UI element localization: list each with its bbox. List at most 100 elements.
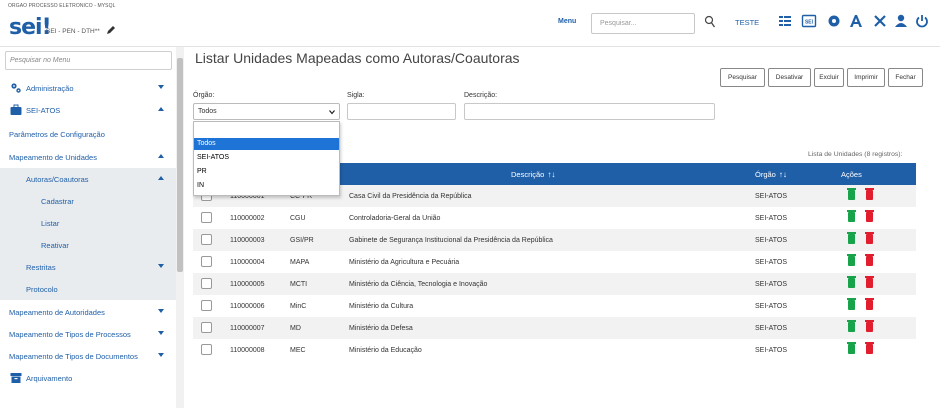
sidebar-item-protocolo[interactable]: Protocolo bbox=[0, 278, 176, 300]
dropdown-option-in[interactable]: IN bbox=[194, 180, 339, 192]
chevron-down-icon bbox=[158, 85, 164, 89]
sidebar-item-label: Mapeamento de Unidades bbox=[9, 153, 97, 162]
pesquisar-button[interactable]: Pesquisar bbox=[720, 68, 765, 87]
sidebar-item-label: Restritas bbox=[26, 263, 56, 272]
dropdown-option-pr[interactable]: PR bbox=[194, 166, 339, 178]
delete-icon[interactable] bbox=[865, 254, 874, 266]
sidebar-item-sei-atos[interactable]: SEI-ATOS bbox=[0, 99, 176, 121]
deactivate-icon[interactable] bbox=[847, 254, 856, 266]
sei-icon[interactable]: SEI bbox=[801, 13, 817, 29]
sidebar-item-mapeamento-autoridades[interactable]: Mapeamento de Autoridades bbox=[0, 301, 176, 323]
delete-icon-lid bbox=[865, 188, 874, 190]
chevron-down-icon bbox=[158, 264, 164, 268]
sidebar-item-mapeamento-tipos-documentos[interactable]: Mapeamento de Tipos de Documentos bbox=[0, 345, 176, 367]
delete-icon[interactable] bbox=[865, 298, 874, 310]
deactivate-icon-lid bbox=[847, 298, 856, 300]
chevron-up-icon bbox=[158, 107, 164, 111]
table-row: 110000003 GSI/PR Gabinete de Segurança Ins… bbox=[193, 229, 916, 251]
row-checkbox[interactable] bbox=[201, 212, 212, 223]
chevron-down-icon bbox=[158, 309, 164, 313]
desativar-button[interactable]: Desativar bbox=[768, 68, 811, 87]
user-name[interactable]: TESTE bbox=[735, 18, 759, 27]
sidebar-item-label: Mapeamento de Tipos de Processos bbox=[9, 330, 131, 339]
sidebar-item-listar[interactable]: Listar bbox=[0, 212, 176, 234]
sidebar-item-restritas[interactable]: Restritas bbox=[0, 256, 176, 278]
sigla-input[interactable] bbox=[347, 103, 456, 120]
sort-icon[interactable]: ↑↓ bbox=[547, 170, 555, 179]
font-icon[interactable] bbox=[848, 13, 864, 29]
delete-icon[interactable] bbox=[865, 276, 874, 288]
logo-text: sei bbox=[9, 15, 43, 40]
sidebar-item-parametros[interactable]: Parâmetros de Configuração bbox=[0, 123, 176, 145]
row-checkbox[interactable] bbox=[201, 322, 212, 333]
delete-icon[interactable] bbox=[865, 342, 874, 354]
deactivate-icon[interactable] bbox=[847, 232, 856, 244]
descricao-label: Descrição: bbox=[464, 92, 498, 99]
table-row: 110000008 MEC Ministério da Educação SEI-AT… bbox=[193, 339, 916, 361]
deactivate-icon[interactable] bbox=[847, 276, 856, 288]
delete-icon[interactable] bbox=[865, 210, 874, 222]
cell-sigla: MD bbox=[290, 325, 301, 332]
sidebar-item-cadastrar[interactable]: Cadastrar bbox=[0, 190, 176, 212]
pin-icon[interactable] bbox=[826, 13, 842, 29]
deactivate-icon[interactable] bbox=[847, 342, 856, 354]
excluir-button[interactable]: Excluir bbox=[814, 68, 844, 87]
imprimir-button[interactable]: Imprimir bbox=[847, 68, 885, 87]
sort-icon[interactable]: ↑↓ bbox=[779, 170, 787, 179]
cell-orgao: SEI-ATOS bbox=[755, 281, 788, 288]
dropdown-option-sei-atos[interactable]: SEI-ATOS bbox=[194, 152, 339, 164]
deactivate-icon[interactable] bbox=[847, 188, 856, 200]
cell-orgao: SEI-ATOS bbox=[755, 215, 788, 222]
list-icon[interactable] bbox=[777, 13, 793, 29]
column-orgao[interactable]: Órgão ↑↓ bbox=[755, 170, 787, 179]
sidebar-item-reativar[interactable]: Reativar bbox=[0, 234, 176, 256]
sidebar-scrollbar-thumb[interactable] bbox=[177, 58, 183, 272]
delete-icon[interactable] bbox=[865, 188, 874, 200]
sei-logo[interactable]: sei! bbox=[9, 15, 52, 40]
sidebar-item-autoras-coautoras[interactable]: Autoras/Coautoras bbox=[0, 168, 176, 190]
cell-id: 110000002 bbox=[230, 215, 265, 222]
deactivate-icon[interactable] bbox=[847, 210, 856, 222]
cell-sigla: GSI/PR bbox=[290, 237, 314, 244]
search-icon[interactable] bbox=[704, 15, 716, 29]
dropdown-option-todos[interactable]: Todos bbox=[194, 138, 339, 150]
header-search-input[interactable]: Pesquisar... bbox=[591, 13, 695, 34]
orgao-select-value: Todos bbox=[198, 108, 217, 115]
sidebar-item-administracao[interactable]: Administração bbox=[0, 77, 176, 99]
deactivate-icon-lid bbox=[847, 276, 856, 278]
deactivate-icon[interactable] bbox=[847, 320, 856, 332]
menu-button[interactable]: Menu bbox=[558, 18, 576, 25]
sidebar-search-input[interactable]: Pesquisar no Menu bbox=[5, 51, 172, 70]
deactivate-icon[interactable] bbox=[847, 298, 856, 310]
column-descricao[interactable]: Descrição ↑↓ bbox=[511, 170, 555, 179]
top-header: ORGAO PROCESSO ELETRONICO - MYSQL sei! S… bbox=[0, 0, 940, 47]
table-row: 110000002 CGU Controladoria-Geral da União… bbox=[193, 207, 916, 229]
orgao-select[interactable]: Todos bbox=[193, 103, 340, 120]
row-checkbox[interactable] bbox=[201, 300, 212, 311]
cell-descricao: Gabinete de Segurança Institucional da P… bbox=[349, 237, 553, 244]
fechar-button[interactable]: Fechar bbox=[888, 68, 923, 87]
row-checkbox[interactable] bbox=[201, 256, 212, 267]
user-icon[interactable] bbox=[893, 13, 909, 29]
table-row: 110000004 MAPA Ministério da Agricultura e… bbox=[193, 251, 916, 273]
cell-id: 110000003 bbox=[230, 237, 265, 244]
cell-descricao: Controladoria-Geral da União bbox=[349, 215, 441, 222]
sidebar-item-mapeamento-unidades[interactable]: Mapeamento de Unidades bbox=[0, 146, 176, 168]
power-icon[interactable] bbox=[914, 13, 930, 29]
sidebar-item-mapeamento-tipos-processos[interactable]: Mapeamento de Tipos de Processos bbox=[0, 323, 176, 345]
delete-icon[interactable] bbox=[865, 232, 874, 244]
pencil-icon[interactable] bbox=[106, 25, 116, 35]
cell-orgao: SEI-ATOS bbox=[755, 237, 788, 244]
orgao-dropdown-list: Todos SEI-ATOS PR IN bbox=[193, 121, 340, 196]
cell-orgao: SEI-ATOS bbox=[755, 259, 788, 266]
chevron-down-icon bbox=[158, 331, 164, 335]
row-checkbox[interactable] bbox=[201, 278, 212, 289]
delete-icon-lid bbox=[865, 298, 874, 300]
row-checkbox[interactable] bbox=[201, 234, 212, 245]
tools-icon[interactable] bbox=[872, 13, 888, 29]
delete-icon[interactable] bbox=[865, 320, 874, 332]
row-checkbox[interactable] bbox=[201, 344, 212, 355]
sidebar-item-arquivamento[interactable]: Arquivamento bbox=[0, 367, 176, 389]
column-orgao-label: Órgão bbox=[755, 170, 776, 179]
descricao-input[interactable] bbox=[464, 103, 715, 120]
